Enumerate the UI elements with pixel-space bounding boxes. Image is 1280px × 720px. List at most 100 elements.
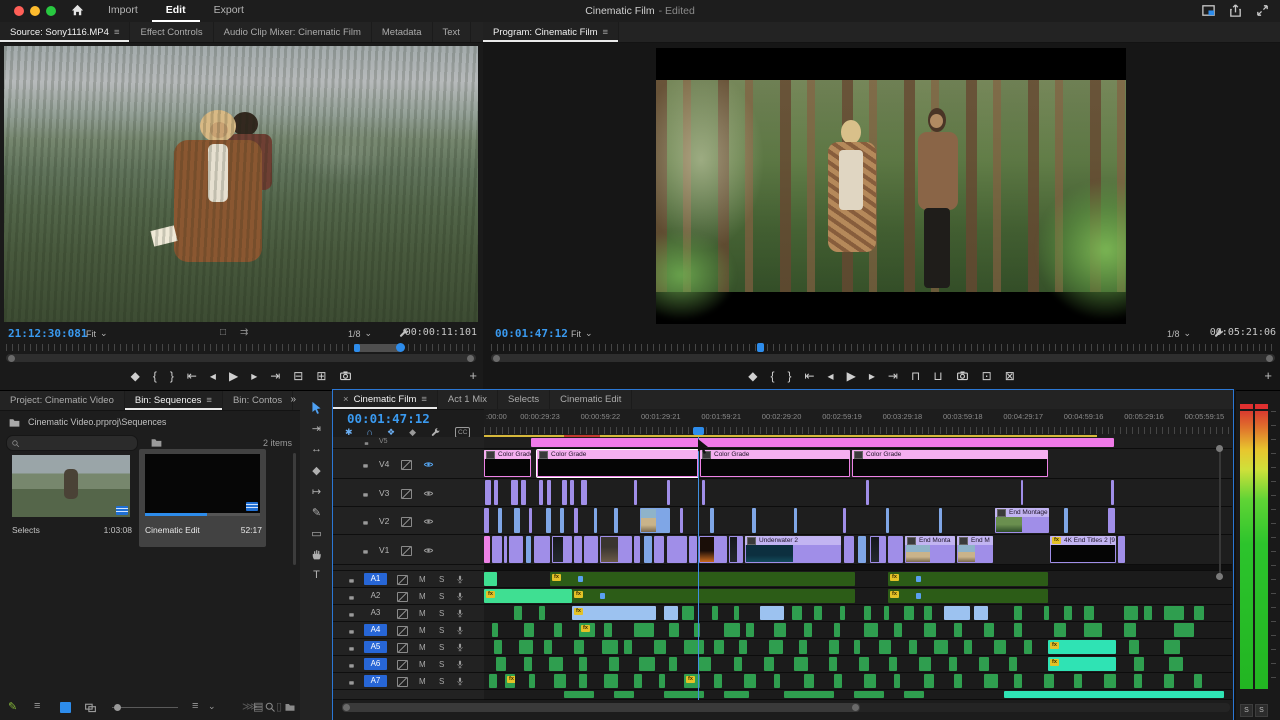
timeline-clip[interactable] — [669, 657, 677, 671]
freeform-view-icon[interactable] — [84, 701, 97, 714]
track-content-V1[interactable]: Underwater 2End MontaEnd Mfx4K End Title… — [484, 535, 1232, 565]
timeline-clip[interactable] — [1009, 657, 1017, 671]
timeline-clip[interactable] — [739, 640, 747, 654]
timeline-clip[interactable] — [579, 674, 587, 688]
track-header-A4[interactable]: A4MS — [333, 622, 484, 639]
timeline-clip[interactable] — [604, 674, 618, 688]
timeline-clip[interactable] — [774, 674, 780, 688]
timeline-clip[interactable] — [1024, 640, 1032, 654]
window-zoom-button[interactable] — [46, 6, 56, 16]
source-scrollbar[interactable] — [6, 354, 476, 362]
timeline-clip-color-grade[interactable]: Color Grade — [484, 450, 531, 477]
hscroll-dot-left[interactable] — [343, 704, 350, 711]
timeline-clip[interactable] — [904, 606, 914, 620]
timeline-settings-wrench-icon[interactable] — [430, 427, 441, 438]
timeline-clip[interactable]: fx — [888, 589, 1048, 603]
timeline-clip[interactable] — [888, 536, 903, 563]
timeline-clip[interactable] — [492, 536, 502, 563]
lock-icon[interactable] — [347, 660, 356, 669]
timeline-clip[interactable] — [644, 536, 652, 563]
timeline-clip[interactable]: fx — [572, 589, 855, 603]
timeline-hscrollbar-track[interactable] — [342, 703, 1230, 712]
toggle-track-output-eye-icon[interactable] — [423, 459, 434, 470]
track-name-A3[interactable]: A3 — [364, 607, 387, 619]
timeline-clip-color-grade[interactable]: Color Grade — [537, 450, 698, 477]
timeline-clip[interactable] — [524, 657, 532, 671]
timeline-clip[interactable] — [600, 536, 632, 563]
toggle-track-output-eye-icon[interactable] — [423, 545, 434, 556]
solo-button[interactable]: S — [439, 643, 444, 652]
timeline-clip[interactable] — [494, 480, 498, 505]
track-content-V4[interactable]: Color GradeColor GradeColor GradeColor G… — [484, 449, 1232, 479]
timeline-clip[interactable] — [579, 657, 587, 671]
timeline-clip[interactable] — [954, 623, 962, 637]
sync-lock-icon[interactable] — [397, 609, 408, 619]
timeline-clip[interactable] — [984, 674, 998, 688]
timeline-clip[interactable] — [667, 480, 670, 505]
timeline-clip[interactable] — [799, 640, 807, 654]
timeline-clip[interactable] — [794, 508, 797, 533]
program-mark_out-button[interactable]: } — [787, 364, 791, 388]
timeline-hscrollbar-thumb[interactable] — [342, 703, 860, 712]
timeline-clip[interactable] — [924, 623, 936, 637]
scrollbar-dot-right[interactable] — [467, 355, 474, 362]
timeline-clip[interactable] — [498, 508, 502, 533]
source-marker-button[interactable]: ◆ — [131, 364, 140, 388]
timeline-clip[interactable] — [840, 606, 845, 620]
find-icon[interactable] — [264, 701, 276, 713]
panel-menu-icon[interactable]: ≡ — [421, 390, 427, 409]
program-multicam-button[interactable]: ⊠ — [1005, 364, 1015, 388]
timeline-clip[interactable] — [858, 536, 866, 563]
timeline-clip[interactable] — [654, 640, 666, 654]
timeline-clip[interactable] — [1044, 674, 1054, 688]
timeline-clip[interactable] — [752, 508, 756, 533]
timeline-clip[interactable] — [710, 508, 714, 533]
timeline-clip[interactable] — [519, 640, 533, 654]
timeline-clip[interactable] — [659, 674, 665, 688]
timeline-clip[interactable] — [866, 480, 869, 505]
track-header-V1[interactable]: V1 — [333, 535, 484, 565]
timeline-clip[interactable] — [602, 640, 618, 654]
timeline-clip[interactable] — [1129, 640, 1139, 654]
timeline-timecode[interactable]: 00:01:47:12 — [347, 411, 430, 426]
timeline-clip[interactable] — [549, 657, 563, 671]
timeline-clip[interactable] — [1111, 480, 1114, 505]
track-header-A1[interactable]: A1MS — [333, 571, 484, 588]
mute-button[interactable]: M — [419, 575, 426, 584]
slip-tool[interactable]: ↦ — [300, 485, 333, 498]
program-step_back-button[interactable]: ◂ — [828, 364, 834, 388]
bin-folder-icon[interactable] — [8, 416, 21, 429]
scrollbar-dot-left[interactable] — [493, 355, 500, 362]
timeline-clip[interactable] — [552, 536, 572, 563]
track-header-A5[interactable]: A5MS — [333, 639, 484, 656]
lock-icon[interactable] — [347, 643, 356, 652]
timeline-clip[interactable] — [485, 480, 491, 505]
track-name-A6[interactable]: A6 — [364, 658, 387, 670]
track-name-V4[interactable]: V4 — [379, 459, 389, 469]
voiceover-mic-icon[interactable] — [455, 659, 465, 669]
timeline-clip[interactable] — [684, 640, 704, 654]
navigate-up-folder-icon[interactable] — [150, 436, 163, 449]
voiceover-mic-icon[interactable] — [455, 625, 465, 635]
timeline-tracks-area[interactable]: Color GradeColor GradeColor GradeColor G… — [484, 437, 1232, 700]
timeline-clip[interactable] — [664, 606, 678, 620]
source-overwrite-button[interactable]: ⊞ — [316, 364, 326, 388]
track-header-V3[interactable]: V3 — [333, 479, 484, 507]
add-marker-icon[interactable]: ◆ — [409, 427, 416, 438]
timeline-clip[interactable] — [574, 536, 582, 563]
timeline-clip[interactable] — [894, 674, 900, 688]
source-export-frame-icon[interactable] — [339, 369, 352, 382]
timeline-clip[interactable] — [526, 536, 531, 563]
source-fit-dropdown[interactable]: Fit⌄ — [86, 328, 108, 339]
timeline-clip[interactable] — [844, 536, 854, 563]
timeline-clip[interactable] — [944, 606, 970, 620]
timeline-vscroll-dot-bottom[interactable] — [1216, 573, 1223, 580]
timeline-clip[interactable] — [1014, 623, 1022, 637]
timeline-vscrollbar-track[interactable] — [1219, 448, 1221, 580]
sync-lock-icon[interactable] — [397, 626, 408, 636]
timeline-clip[interactable] — [562, 480, 567, 505]
project-tab-2[interactable]: Bin: Contos — [223, 391, 293, 410]
timeline-clip[interactable] — [574, 508, 578, 533]
voiceover-mic-icon[interactable] — [455, 591, 465, 601]
captions-icon[interactable]: CC — [455, 427, 470, 438]
